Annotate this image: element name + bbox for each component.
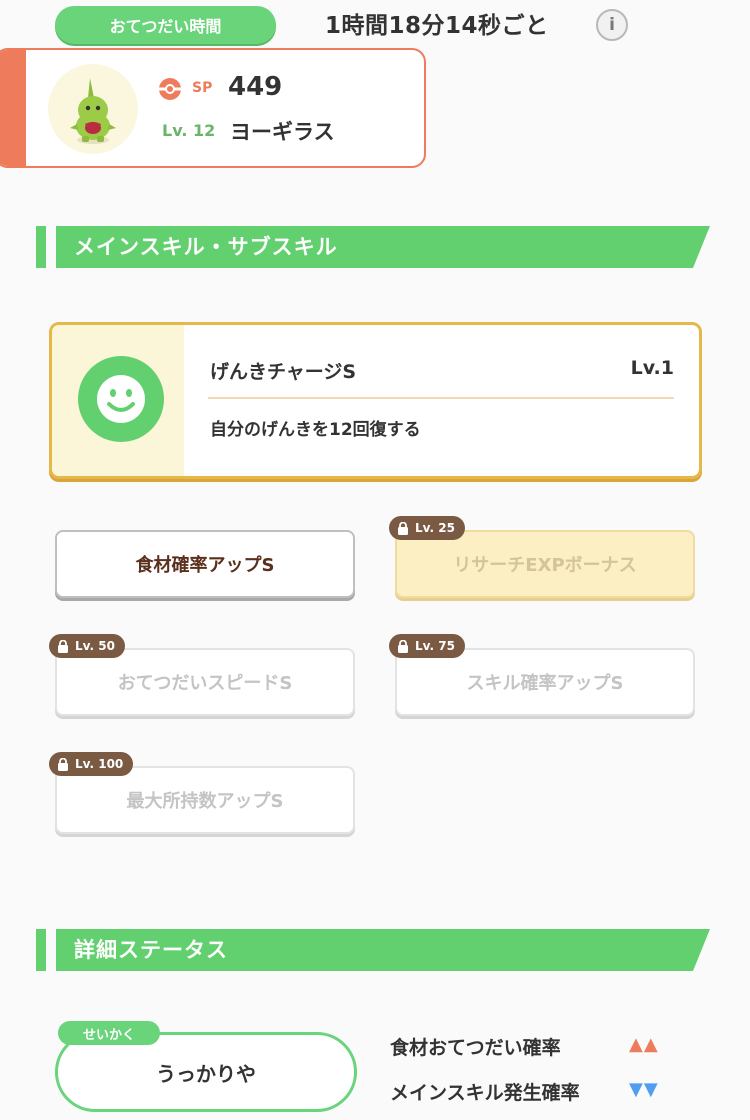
divider — [208, 397, 674, 399]
lock-level: Lv. 75 — [415, 639, 455, 653]
main-skill-description: 自分のげんきを12回復する — [210, 420, 421, 440]
sp-label: SP — [192, 80, 213, 96]
lock-icon — [398, 521, 408, 535]
nature-tag: せいかく — [58, 1021, 160, 1045]
pokemon-name: ヨーギラス — [230, 120, 335, 144]
sub-skill-5[interactable]: 最大所持数アップS — [55, 766, 355, 834]
up-arrows-icon: ▲▲ — [629, 1034, 659, 1055]
pokeball-icon — [159, 78, 181, 100]
info-icon[interactable]: i — [596, 9, 628, 41]
pokemon-level: Lv. 12 — [162, 121, 216, 140]
pokemon-card: SP 449 Lv. 12 ヨーギラス — [0, 48, 426, 168]
main-skill-level: Lv.1 — [630, 357, 674, 379]
section-header-skills: メインスキル・サブスキル — [36, 226, 710, 268]
help-time-label: おてつだい時間 — [55, 6, 276, 44]
sp-value: 449 — [228, 72, 283, 102]
section-title: メインスキル・サブスキル — [74, 235, 338, 259]
lock-badge: Lv. 50 — [49, 634, 125, 658]
card-accent-stripe — [0, 50, 26, 166]
pokemon-avatar — [48, 64, 138, 154]
lock-level: Lv. 25 — [415, 521, 455, 535]
sub-skill-4[interactable]: スキル確率アップS — [395, 648, 695, 716]
lock-level: Lv. 100 — [75, 757, 124, 771]
main-skill-name: げんきチャージS — [210, 361, 357, 383]
larvitar-icon — [70, 78, 116, 144]
nature-effect-up-label: 食材おてつだい確率 — [390, 1037, 561, 1059]
lock-level: Lv. 50 — [75, 639, 115, 653]
section-title: 詳細ステータス — [74, 938, 228, 962]
lock-badge: Lv. 100 — [49, 752, 134, 776]
main-skill-card[interactable]: げんきチャージS Lv.1 自分のげんきを12回復する — [49, 322, 702, 479]
lock-badge: Lv. 25 — [389, 516, 465, 540]
help-time-value: 1時間18分14秒ごと — [325, 13, 549, 39]
lock-badge: Lv. 75 — [389, 634, 465, 658]
sub-skill-1[interactable]: 食材確率アップS — [55, 530, 355, 598]
nature-effect-down-label: メインスキル発生確率 — [390, 1082, 580, 1104]
lock-icon — [58, 639, 68, 653]
smile-icon — [78, 356, 164, 442]
down-arrows-icon: ▼▼ — [629, 1079, 659, 1100]
lock-icon — [58, 757, 68, 771]
sub-skill-3[interactable]: おてつだいスピードS — [55, 648, 355, 716]
section-header-details: 詳細ステータス — [36, 929, 710, 971]
sub-skill-2[interactable]: リサーチEXPボーナス — [395, 530, 695, 598]
lock-icon — [398, 639, 408, 653]
